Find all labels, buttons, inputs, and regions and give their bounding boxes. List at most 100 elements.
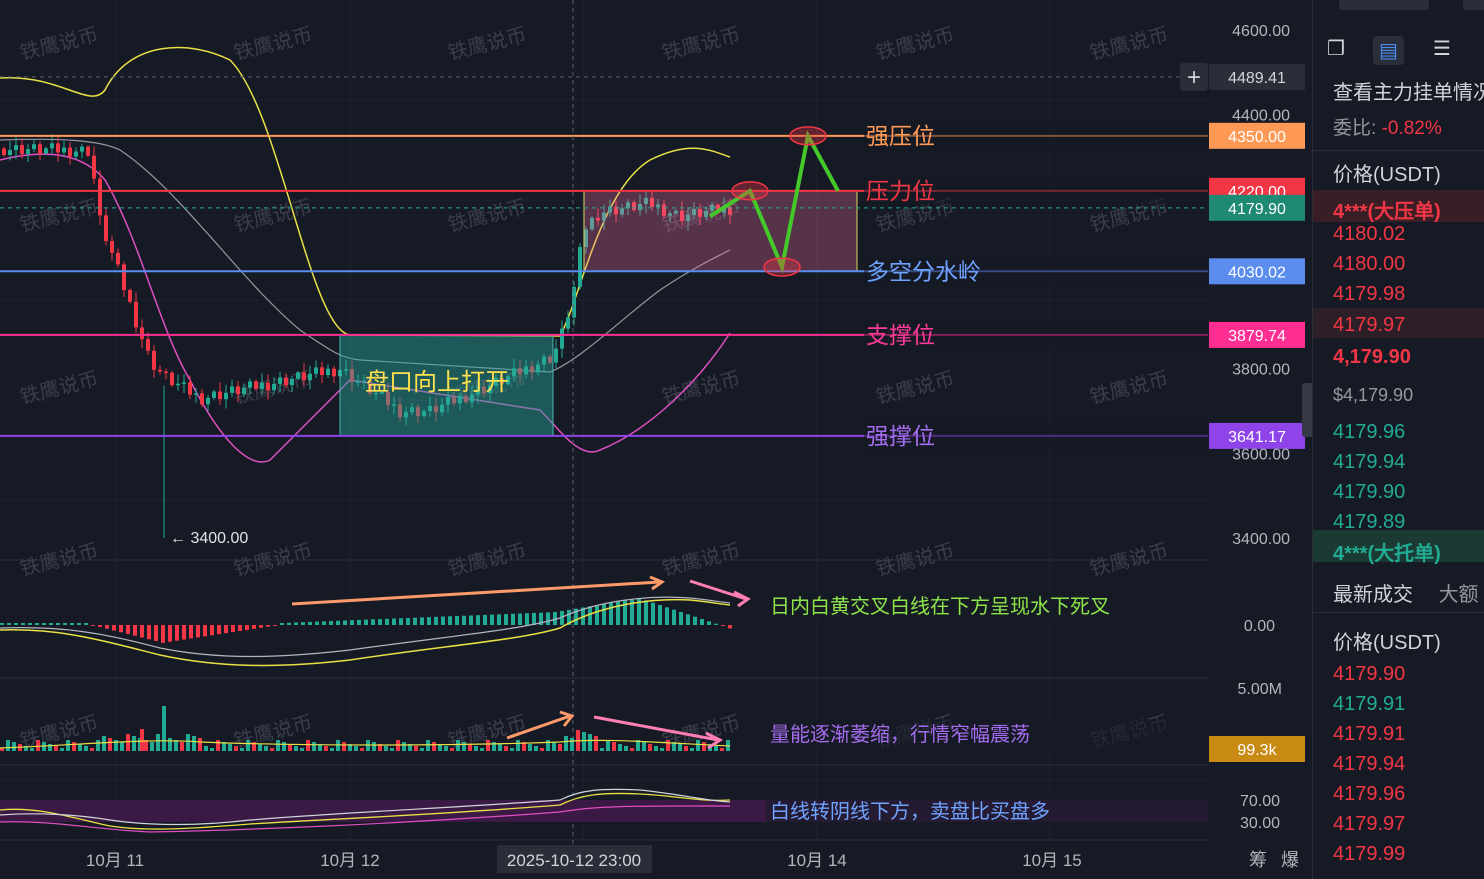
macd-bar [693, 616, 697, 625]
volume-bar [198, 738, 202, 751]
macd-bar [287, 622, 291, 625]
macd-bar [378, 619, 382, 625]
macd-bar [259, 625, 263, 628]
candle-body [320, 367, 324, 376]
macd-bar [714, 623, 718, 625]
macd-bar [175, 625, 179, 641]
macd-bar [49, 623, 53, 625]
macd-bar [434, 616, 438, 625]
volume-bar [360, 748, 364, 751]
time-axis-tick: 10月 14 [787, 851, 847, 870]
volume-bar [666, 740, 670, 751]
macd-bar [413, 617, 417, 625]
forecast-pivot-marker [731, 181, 769, 201]
candle-body [164, 371, 168, 373]
volume-bar [288, 744, 292, 751]
volume-bar [696, 740, 700, 751]
time-axis-tick: 10月 15 [1022, 851, 1082, 870]
volume-bar [132, 736, 136, 751]
ask-row[interactable]: 4180.02 [1333, 223, 1405, 246]
candle-body [98, 178, 102, 216]
candle-body [128, 290, 132, 302]
watermark-text: 铁鹰说币 [660, 23, 743, 65]
watermark-text: 铁鹰说币 [660, 539, 743, 581]
volume-bar [270, 748, 274, 751]
macd-bar [686, 614, 690, 625]
big-ask-order[interactable]: 4***(大压单) [1333, 195, 1441, 224]
level-label-support: 支撑位 [866, 322, 935, 348]
bid-row[interactable]: 4179.96 [1333, 421, 1405, 444]
big-bid-order[interactable]: 4***(大托单) [1333, 537, 1441, 566]
tab-latest-trades[interactable]: 最新成交 [1333, 584, 1413, 606]
macd-bar [644, 600, 648, 625]
ask-row[interactable]: 4179.98 [1333, 283, 1405, 306]
watermark-text: 铁鹰说币 [1088, 367, 1171, 409]
volume-bar [510, 748, 514, 751]
volume-bar [174, 740, 178, 751]
candle-body [50, 143, 54, 149]
volume-bar [516, 740, 520, 751]
candle-body [200, 393, 204, 405]
bid-row[interactable]: 4179.90 [1333, 481, 1405, 504]
macd-arrow-up [291, 580, 661, 606]
volume-bar [264, 746, 268, 751]
candle-body [56, 143, 60, 153]
trades-tab[interactable]: 最新成交 大额 [1333, 578, 1479, 607]
macd-bar [728, 625, 732, 629]
watermark-text: 铁鹰说币 [446, 539, 529, 581]
macd-bar [224, 625, 228, 634]
candle-body [104, 215, 108, 242]
watermark-text: 铁鹰说币 [232, 195, 315, 237]
volume-bar [90, 748, 94, 751]
candle-body [242, 387, 246, 395]
volume-bar [390, 748, 394, 751]
macd-bar [658, 605, 662, 625]
volume-bar [486, 740, 490, 751]
macd-bar [238, 625, 242, 631]
split-book-icon[interactable]: ▤ [1373, 36, 1404, 65]
volume-bar [108, 738, 112, 751]
tab-large-trades[interactable]: 大额 [1439, 584, 1479, 606]
volume-bar [684, 746, 688, 751]
macd-bar [441, 616, 445, 625]
macd-bar [546, 612, 550, 625]
volume-bar [432, 742, 436, 751]
macd-bar [392, 618, 396, 625]
crosshair-time-label: 2025-10-12 23:00 [507, 851, 641, 870]
crosshair-add-icon: + [1187, 64, 1201, 91]
layout-icon[interactable]: ❒ [1327, 36, 1345, 61]
macd-bar [595, 605, 599, 625]
top-tab-button[interactable] [1339, 0, 1429, 10]
ask-row-last[interactable]: 4179.97 [1333, 314, 1405, 337]
candle-body [290, 378, 294, 386]
volume-bar [126, 734, 130, 751]
volume-bar [594, 736, 598, 751]
time-axis-button: 筹 [1249, 850, 1267, 870]
trading-app: 铁鹰说币 铁鹰说币 铁鹰说币 铁鹰说币 铁鹰说币 铁鹰说币 铁鹰说币 铁鹰说币 铁鹰说币 铁鹰说币… [0, 0, 1484, 879]
level-label-resistance: 压力位 [866, 178, 935, 204]
price-chart[interactable]: 铁鹰说币 铁鹰说币 铁鹰说币 铁鹰说币 铁鹰说币 铁鹰说币铁鹰说币 铁鹰说币 铁鹰说币 铁鹰说币… [0, 0, 1310, 879]
orderbook-title: 查看主力挂单情况 [1333, 82, 1484, 104]
ask-row[interactable]: 4180.00 [1333, 253, 1405, 276]
list-icon[interactable]: ☰ [1433, 36, 1451, 61]
volume-current-tag: 99.3k [1237, 742, 1277, 759]
candle-body [8, 150, 12, 155]
candle-body [140, 327, 144, 340]
volume-bar [354, 746, 358, 751]
range-box [583, 190, 858, 272]
volume-bar [204, 746, 208, 751]
crosshair-price-label: 4489.41 [1228, 70, 1286, 87]
candle-body [116, 252, 120, 265]
macd-annotation: 日内白黄交叉白线在下方呈现水下死叉 [770, 595, 1110, 618]
volume-bar [450, 748, 454, 751]
candle-body [26, 149, 30, 155]
bid-row[interactable]: 4179.94 [1333, 451, 1405, 474]
price-axis-tick: 3600.00 [1232, 446, 1290, 463]
volume-bar [498, 744, 502, 751]
volume-bar [384, 746, 388, 751]
volume-bar [306, 740, 310, 751]
macd-bar [399, 618, 403, 625]
candle-body [224, 392, 228, 400]
last-price: 4,179.90 [1333, 346, 1411, 368]
top-tab-button-2[interactable] [1463, 0, 1484, 10]
